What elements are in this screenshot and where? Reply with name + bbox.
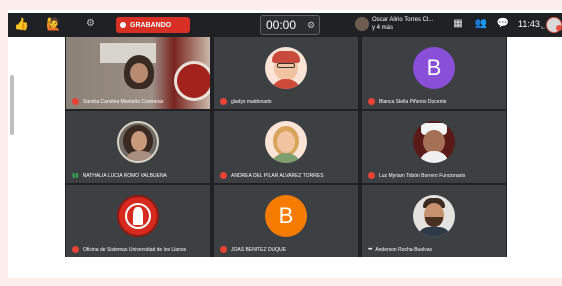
mic-off-icon	[220, 98, 227, 105]
mic-off-icon	[72, 98, 79, 105]
host-info[interactable]: Oscar Alirio Torres Cl... y 4 más	[372, 16, 442, 32]
host-more: y 4 más	[372, 25, 394, 31]
participant-tile[interactable]: B JOAS BENITEZ DUQUE	[214, 185, 358, 257]
participant-grid: Sandra Carolina Montaño Contreras gladys…	[65, 37, 507, 257]
participants-icon[interactable]: 👥	[474, 17, 488, 31]
unillanos-logo	[174, 61, 210, 101]
participant-name-text: Sandra Carolina Montaño Contreras	[83, 98, 164, 105]
participant-tile[interactable]: ••• Anderson Rocha-Buelvas	[362, 185, 506, 257]
participant-name-text: JOAS BENITEZ DUQUE	[231, 246, 287, 253]
clock: 11:43	[518, 19, 540, 29]
more-options-icon[interactable]: •••	[368, 247, 372, 253]
record-dot-icon	[120, 22, 126, 28]
mic-off-icon	[368, 98, 375, 105]
raise-hand-icon[interactable]: 🙋	[46, 16, 61, 32]
avatar-letter: B	[426, 55, 442, 80]
participant-avatar: B	[413, 47, 455, 89]
participant-name-text: NATHALIA LUCIA ROMO VALBUENA	[82, 172, 167, 179]
grid-view-icon[interactable]: ▦	[451, 17, 465, 31]
participant-name: ANDREA DEL PILAR ALVAREZ TORRES	[220, 172, 324, 179]
participant-tile[interactable]: gladys maldonado	[214, 37, 358, 109]
participant-tile[interactable]: Oficina de Sistemas Universidad de los L…	[66, 185, 210, 257]
recording-badge: GRABANDO	[116, 17, 190, 33]
speaking-icon: ▮▮	[72, 173, 79, 179]
participant-name-text: Anderson Rocha-Buelvas	[375, 247, 433, 253]
timer-value: 00:00	[266, 18, 297, 32]
chat-icon[interactable]: 💬	[496, 17, 510, 31]
mic-off-icon	[72, 246, 79, 253]
participant-name-text: Blanca Stella Piñeros Docente	[379, 98, 447, 105]
participant-tile[interactable]: ▮▮ NATHALIA LUCIA ROMO VALBUENA	[66, 111, 210, 183]
person-face	[130, 63, 148, 83]
recording-label: GRABANDO	[130, 21, 172, 29]
participant-name-text: ANDREA DEL PILAR ALVAREZ TORRES	[231, 172, 324, 179]
left-scrollbar[interactable]	[10, 75, 14, 135]
mic-off-icon	[220, 246, 227, 253]
participant-avatar	[117, 195, 159, 237]
participant-name: JOAS BENITEZ DUQUE	[220, 246, 286, 253]
participant-avatar	[413, 121, 455, 163]
participant-tile[interactable]: Luz Myriam Tobón Borrero Funcionario	[362, 111, 506, 183]
mic-off-icon	[220, 172, 227, 179]
participant-name-text: gladys maldonado	[231, 98, 272, 105]
participant-name: Luz Myriam Tobón Borrero Funcionario	[368, 172, 465, 179]
participant-name-text: Oficina de Sistemas Universidad de los L…	[83, 246, 187, 253]
avatar-letter: B	[278, 203, 294, 228]
participant-tile[interactable]: ANDREA DEL PILAR ALVAREZ TORRES	[214, 111, 358, 183]
participant-name: gladys maldonado	[220, 98, 272, 105]
participant-name: Sandra Carolina Montaño Contreras	[72, 98, 163, 105]
mic-off-icon	[368, 172, 375, 179]
participant-name: Oficina de Sistemas Universidad de los L…	[72, 246, 186, 253]
participant-name: Blanca Stella Piñeros Docente	[368, 98, 447, 105]
participant-avatar	[265, 47, 307, 89]
meeting-timer[interactable]: 00:00 ⚙	[260, 15, 320, 35]
participant-tile[interactable]: B Blanca Stella Piñeros Docente	[362, 37, 506, 109]
timer-settings-icon[interactable]: ⚙	[307, 16, 315, 34]
notification-badge	[556, 25, 562, 31]
participant-name: ••• Anderson Rocha-Buelvas	[368, 247, 432, 253]
participant-avatar	[413, 195, 455, 237]
participant-avatar	[117, 121, 159, 163]
host-avatar	[355, 17, 369, 31]
self-label: Tu	[540, 25, 545, 30]
participant-avatar: B	[265, 195, 307, 237]
thumbs-up-icon[interactable]: 👍	[14, 16, 29, 32]
settings-icon[interactable]: ⚙	[86, 18, 95, 29]
top-toolbar: 👍 🙋 ⚙ GRABANDO 00:00 ⚙ Oscar Alirio Torr…	[8, 13, 562, 37]
participant-tile[interactable]: Sandra Carolina Montaño Contreras	[66, 37, 210, 109]
participant-avatar	[265, 121, 307, 163]
participant-name-text: Luz Myriam Tobón Borrero Funcionario	[379, 172, 466, 179]
host-name: Oscar Alirio Torres Cl...	[372, 17, 434, 23]
participant-name: ▮▮ NATHALIA LUCIA ROMO VALBUENA	[72, 172, 167, 180]
